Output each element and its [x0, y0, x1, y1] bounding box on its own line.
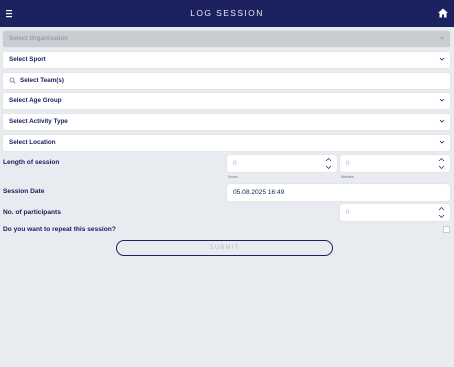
app-header: LOG SESSION — [0, 0, 454, 27]
stepper-down-icon[interactable] — [438, 214, 445, 219]
stepper-down-icon[interactable] — [438, 165, 445, 170]
participants-label: No. of participants — [3, 209, 61, 216]
location-select[interactable]: Select Location — [3, 135, 450, 151]
minutes-value: 0 — [346, 160, 350, 167]
stepper-up-icon[interactable] — [438, 206, 445, 211]
organisation-select-label: Select Organisation — [9, 35, 69, 42]
organisation-select: Select Organisation — [3, 31, 450, 47]
age-group-select[interactable]: Select Age Group — [3, 93, 450, 109]
hours-caption: Hours — [228, 175, 238, 179]
stepper-up-icon[interactable] — [325, 157, 332, 162]
activity-type-select[interactable]: Select Activity Type — [3, 114, 450, 130]
page-title: LOG SESSION — [190, 8, 264, 18]
location-select-label: Select Location — [9, 139, 56, 146]
stepper-up-icon[interactable] — [438, 157, 445, 162]
teams-select-label: Select Team(s) — [20, 77, 64, 84]
session-date-input[interactable]: 05.08.2025 16:49 — [227, 184, 450, 201]
chevron-down-icon — [439, 98, 445, 102]
chevron-down-icon — [439, 119, 445, 123]
minutes-caption: Minutes — [341, 175, 354, 179]
teams-search-select[interactable]: Select Team(s) — [3, 73, 450, 89]
search-icon — [9, 77, 16, 84]
stepper-down-icon[interactable] — [325, 165, 332, 170]
chevron-down-icon — [439, 36, 445, 40]
hours-value: 0 — [233, 160, 237, 167]
hours-input[interactable]: 0 — [227, 155, 337, 172]
length-of-session-label: Length of session — [3, 159, 60, 166]
repeat-session-label: Do you want to repeat this session? — [3, 226, 116, 233]
repeat-session-checkbox[interactable] — [443, 226, 450, 233]
activity-type-select-label: Select Activity Type — [9, 118, 68, 125]
session-date-label: Session Date — [3, 188, 45, 195]
session-date-value: 05.08.2025 16:49 — [233, 189, 285, 196]
age-group-select-label: Select Age Group — [9, 97, 62, 104]
chevron-down-icon — [439, 140, 445, 144]
chevron-down-icon — [439, 57, 445, 61]
minutes-input[interactable]: 0 — [340, 155, 450, 172]
participants-input[interactable]: 0 — [340, 204, 450, 221]
submit-button[interactable]: SUBMIT — [116, 240, 333, 256]
participants-value: 0 — [346, 209, 350, 216]
sport-select-label: Select Sport — [9, 56, 46, 63]
home-icon[interactable] — [437, 7, 449, 19]
sport-select[interactable]: Select Sport — [3, 52, 450, 68]
